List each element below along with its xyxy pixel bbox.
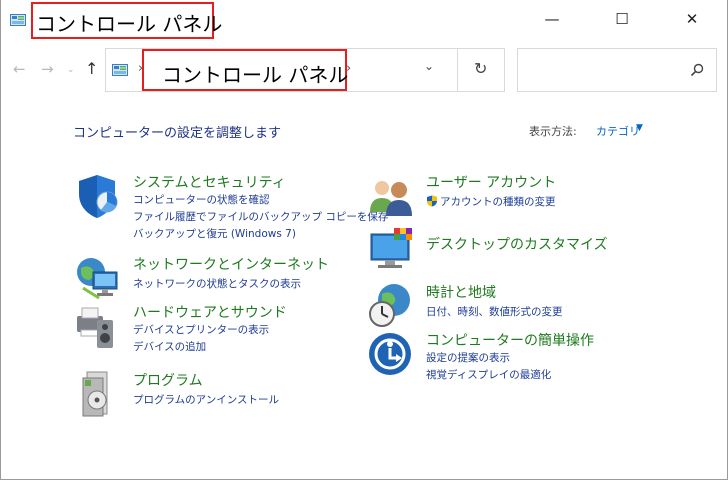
- users-icon[interactable]: [368, 172, 416, 220]
- category-title[interactable]: システムとセキュリティ: [133, 172, 286, 192]
- clock-globe-icon[interactable]: [368, 282, 416, 330]
- chevron-down-icon[interactable]: ▼: [636, 123, 643, 133]
- title-bar: コントロール パネル — ☐ ✕: [1, 0, 728, 40]
- category-link[interactable]: ファイル履歴でファイルのバックアップ コピーを保存: [133, 209, 388, 224]
- minimize-button[interactable]: —: [529, 0, 575, 38]
- category-link-text[interactable]: アカウントの種類の変更: [440, 196, 556, 208]
- breadcrumb-location[interactable]: コントロール パネル: [162, 59, 348, 88]
- view-by-dropdown[interactable]: カテゴリ: [596, 123, 640, 139]
- category-title[interactable]: デスクトップのカスタマイズ: [426, 234, 608, 254]
- forward-button[interactable]: →: [41, 60, 54, 78]
- category-link[interactable]: アカウントの種類の変更: [426, 194, 556, 209]
- category-title[interactable]: ハードウェアとサウンド: [133, 302, 287, 322]
- search-input[interactable]: [517, 48, 717, 92]
- control-panel-icon: [10, 14, 26, 26]
- category-title[interactable]: ユーザー アカウント: [426, 172, 556, 192]
- category-link[interactable]: プログラムのアンインストール: [133, 392, 279, 407]
- category-link[interactable]: 視覚ディスプレイの最適化: [426, 367, 551, 382]
- network-globe-icon[interactable]: [75, 254, 123, 302]
- control-panel-icon: [112, 64, 128, 76]
- back-button[interactable]: ←: [13, 60, 26, 78]
- programs-disc-icon[interactable]: [75, 370, 123, 418]
- category-title[interactable]: ネットワークとインターネット: [133, 254, 329, 274]
- address-history-dropdown[interactable]: ⌄: [424, 59, 434, 73]
- recent-locations-button[interactable]: ⌄: [67, 65, 75, 75]
- navigation-bar: ← → ⌄ ↑ › コントロール パネル › ⌄ ↻: [1, 48, 728, 94]
- printer-speaker-icon[interactable]: [75, 302, 123, 350]
- close-button[interactable]: ✕: [669, 0, 715, 38]
- category-title[interactable]: コンピューターの簡単操作: [426, 330, 594, 350]
- title-highlight-box: コントロール パネル: [31, 2, 222, 39]
- category-title[interactable]: プログラム: [133, 370, 203, 390]
- category-link[interactable]: 設定の提案の表示: [426, 350, 510, 365]
- breadcrumb-separator[interactable]: ›: [346, 61, 351, 76]
- maximize-button[interactable]: ☐: [599, 0, 645, 38]
- page-heading: コンピューターの設定を調整します: [73, 126, 282, 141]
- view-by-label: 表示方法:: [529, 125, 577, 138]
- address-divider: [457, 49, 458, 91]
- category-link[interactable]: デバイスとプリンターの表示: [133, 322, 269, 337]
- search-icon[interactable]: [690, 63, 704, 77]
- shield-pie-icon[interactable]: [75, 172, 123, 220]
- category-link[interactable]: コンピューターの状態を確認: [133, 192, 270, 207]
- address-bar[interactable]: › コントロール パネル › ⌄ ↻: [105, 48, 505, 92]
- address-highlight-box: コントロール パネル: [142, 49, 348, 91]
- category-title[interactable]: 時計と地域: [426, 282, 496, 302]
- category-link[interactable]: デバイスの追加: [133, 339, 206, 354]
- category-link[interactable]: 日付、時刻、数値形式の変更: [426, 304, 563, 319]
- monitor-palette-icon[interactable]: [368, 226, 416, 274]
- category-link[interactable]: バックアップと復元 (Windows 7): [133, 226, 296, 241]
- category-link[interactable]: ネットワークの状態とタスクの表示: [133, 276, 301, 291]
- up-button[interactable]: ↑: [85, 59, 98, 78]
- control-panel-window: コントロール パネル — ☐ ✕ ← → ⌄ ↑ › コントロール パネル › …: [0, 0, 728, 480]
- uac-shield-icon: [427, 195, 437, 207]
- window-title: コントロール パネル: [36, 12, 223, 36]
- ease-of-access-icon[interactable]: [368, 330, 416, 378]
- refresh-button[interactable]: ↻: [474, 59, 487, 78]
